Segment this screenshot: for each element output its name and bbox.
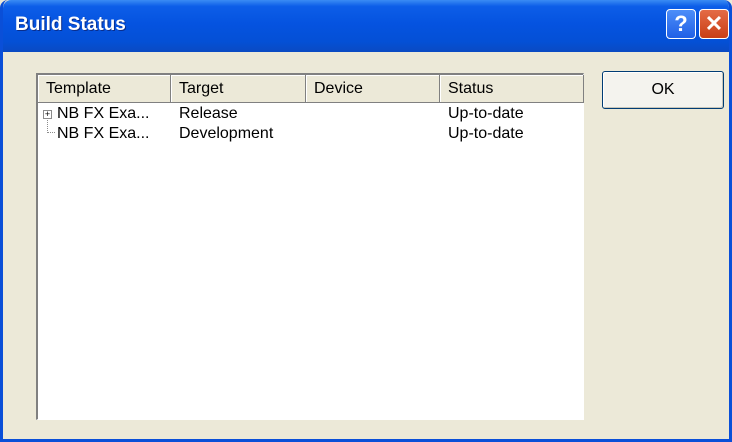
column-header-device[interactable]: Device — [306, 75, 440, 103]
build-status-dialog: Build Status ? ✕ Template Target Device … — [0, 0, 732, 442]
status-cell: Up-to-date — [448, 125, 524, 142]
template-cell: NB FX Exa... — [57, 125, 150, 142]
column-header-status[interactable]: Status — [440, 75, 584, 103]
list-header: Template Target Device Status — [38, 75, 584, 103]
template-cell: NB FX Exa... — [57, 105, 150, 122]
column-header-template[interactable]: Template — [38, 75, 171, 103]
title-bar[interactable]: Build Status ? ✕ — [3, 0, 729, 52]
target-cell: Development — [179, 125, 274, 142]
ok-button[interactable]: OK — [602, 71, 724, 109]
window-title: Build Status — [15, 14, 126, 35]
expand-plus-icon[interactable]: + — [43, 110, 52, 119]
build-status-list[interactable]: Template Target Device Status + NB FX Ex… — [36, 73, 584, 420]
close-button[interactable]: ✕ — [699, 9, 729, 39]
target-cell: Release — [179, 105, 238, 122]
list-item[interactable]: NB FX Exa... Development Up-to-date — [38, 124, 583, 144]
list-item[interactable]: + NB FX Exa... Release Up-to-date — [38, 104, 583, 124]
help-button[interactable]: ? — [666, 9, 696, 39]
status-cell: Up-to-date — [448, 105, 524, 122]
column-header-target[interactable]: Target — [171, 75, 306, 103]
